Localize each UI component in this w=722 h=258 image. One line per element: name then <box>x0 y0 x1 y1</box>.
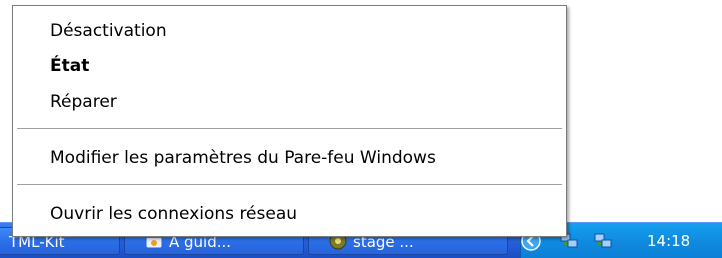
menu-item-firewall-settings[interactable]: Modifier les paramètres du Pare-feu Wind… <box>14 143 565 173</box>
menu-item-open-network-connections[interactable]: Ouvrir les connexions réseau <box>14 199 565 229</box>
desktop-screen: TML-Kit A guid... stage ... 14:18 Désact… <box>0 0 722 258</box>
menu-item-status[interactable]: État <box>14 51 565 81</box>
network-connection-icon[interactable] <box>593 231 613 251</box>
menu-separator <box>17 128 562 130</box>
network-context-menu: Désactivation État Réparer Modifier les … <box>12 5 567 237</box>
taskbar-clock[interactable]: 14:18 <box>647 223 690 258</box>
menu-item-repair[interactable]: Réparer <box>14 87 565 117</box>
menu-item-disable[interactable]: Désactivation <box>14 16 565 46</box>
menu-separator <box>17 184 562 186</box>
